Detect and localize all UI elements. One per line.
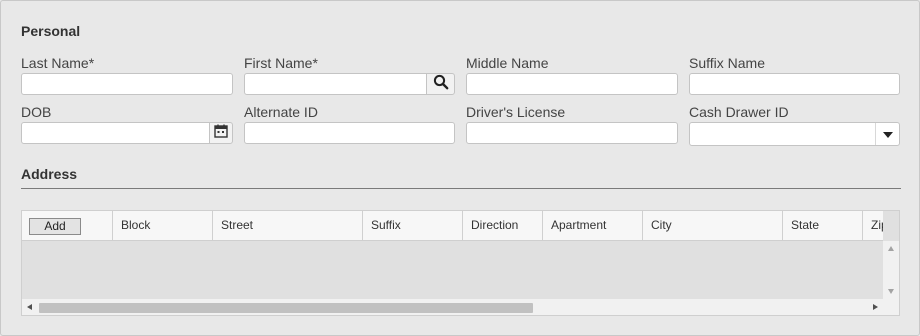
cash-drawer-id-select[interactable] <box>689 122 900 146</box>
last-name-label: Last Name* <box>21 55 95 71</box>
section-title-personal: Personal <box>21 23 81 39</box>
drivers-license-input[interactable] <box>466 122 678 144</box>
column-header-street[interactable]: Street <box>213 211 363 240</box>
section-title-address: Address <box>21 166 78 182</box>
column-header-suffix[interactable]: Suffix <box>363 211 463 240</box>
calendar-icon <box>214 124 228 143</box>
personal-address-panel: Personal Last Name* First Name* Middle N… <box>0 0 920 336</box>
middle-name-label: Middle Name <box>466 55 549 71</box>
grid-add-cell: Add <box>22 211 113 240</box>
dob-input[interactable] <box>21 122 210 144</box>
last-name-input[interactable] <box>21 73 233 95</box>
column-header-zip[interactable]: Zip <box>863 211 883 240</box>
address-divider <box>21 188 901 189</box>
scroll-right-arrow-icon[interactable] <box>873 304 878 310</box>
address-grid-body <box>22 241 883 299</box>
horizontal-scrollbar[interactable] <box>22 299 883 315</box>
suffix-name-input[interactable] <box>689 73 900 95</box>
column-header-city[interactable]: City <box>643 211 783 240</box>
add-address-button[interactable]: Add <box>29 218 81 235</box>
column-header-apartment[interactable]: Apartment <box>543 211 643 240</box>
scroll-down-arrow-icon[interactable] <box>888 289 894 294</box>
cash-drawer-id-label: Cash Drawer ID <box>689 104 789 120</box>
horizontal-scroll-thumb[interactable] <box>39 303 533 313</box>
scrollbar-corner <box>883 299 899 315</box>
middle-name-input[interactable] <box>466 73 678 95</box>
chevron-down-icon <box>882 125 893 143</box>
alternate-id-label: Alternate ID <box>244 104 318 120</box>
column-header-block[interactable]: Block <box>113 211 213 240</box>
first-name-label: First Name* <box>244 55 318 71</box>
vertical-scrollbar[interactable] <box>883 241 899 299</box>
column-header-direction[interactable]: Direction <box>463 211 543 240</box>
suffix-name-label: Suffix Name <box>689 55 765 71</box>
scroll-up-arrow-icon[interactable] <box>888 246 894 251</box>
search-icon <box>433 74 449 95</box>
column-header-state[interactable]: State <box>783 211 863 240</box>
address-grid: Add Block Street Suffix Direction Apartm… <box>21 210 900 316</box>
first-name-input[interactable] <box>244 73 427 95</box>
scroll-left-arrow-icon[interactable] <box>27 304 32 310</box>
drivers-license-label: Driver's License <box>466 104 566 120</box>
first-name-search-button[interactable] <box>426 73 455 95</box>
alternate-id-input[interactable] <box>244 122 455 144</box>
dob-label: DOB <box>21 104 52 120</box>
cash-drawer-id-dropdown-toggle[interactable] <box>875 123 899 145</box>
dob-calendar-button[interactable] <box>209 122 233 144</box>
address-grid-header: Add Block Street Suffix Direction Apartm… <box>22 211 883 241</box>
